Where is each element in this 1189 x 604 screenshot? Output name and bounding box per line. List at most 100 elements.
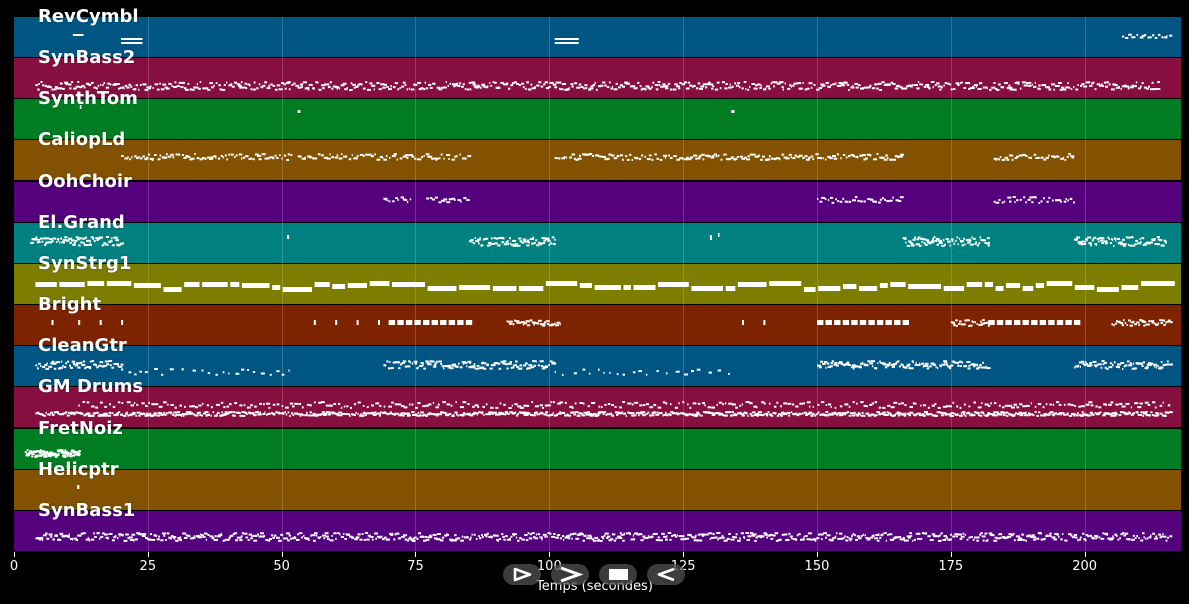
note-mark [666,534,668,537]
note-mark [857,156,859,159]
note-mark [818,87,822,90]
note-mark [68,412,70,415]
note-mark [167,404,169,407]
track-lane[interactable]: SynBass1 [14,500,1181,551]
note-mark [641,87,645,90]
note-mark [421,156,423,159]
track-lane[interactable]: CleanGtr [14,335,1181,387]
note-mark [899,86,903,89]
note-mark [540,412,544,415]
track-label: CleanGtr [38,335,127,357]
note-mark [1091,536,1095,539]
note-mark [767,411,770,414]
note-mark [1085,237,1088,240]
track-lane[interactable]: RevCymbl [14,6,1181,57]
note-mark [726,411,730,414]
note-mark [454,84,458,87]
note-mark [816,88,820,91]
note-mark [81,85,85,88]
note-mark [180,538,182,541]
track-lane[interactable]: GM Drums [14,376,1181,428]
note-mark [240,535,243,538]
note-mark [516,414,519,417]
note-mark [582,87,586,90]
note-mark [1157,365,1159,368]
note-mark [578,83,582,86]
note-mark [406,157,409,160]
note-mark [215,404,220,407]
play-button[interactable] [551,564,589,585]
note-mark [764,413,768,416]
note-mark [144,89,149,92]
track-lane[interactable]: CaliopLd [14,129,1181,181]
note-mark [114,534,117,537]
note-mark [1038,532,1042,535]
play-from-start-button[interactable] [503,564,541,585]
note-mark [320,413,325,416]
track-lane[interactable]: SynthTom [14,88,1181,140]
note-mark [248,158,252,161]
note-mark [402,198,406,201]
note-mark [51,240,54,243]
note-mark [939,88,942,91]
track-lane[interactable]: SynStrg1 [14,253,1181,304]
note-mark [480,244,483,247]
note-mark [1128,364,1133,367]
note-mark [866,405,868,408]
note-mark [957,533,962,536]
note-mark [679,82,682,85]
note-mark [256,87,259,90]
note-mark [206,414,211,417]
note-mark [732,414,737,417]
note-mark [590,413,594,416]
track-lane[interactable]: SynBass2 [14,47,1181,99]
note-mark [887,533,889,536]
note-mark [1070,534,1073,537]
track-lane[interactable]: Bright [14,294,1181,346]
note-mark [431,320,438,326]
track-lane[interactable]: El.Grand [14,212,1181,263]
note-mark [259,411,261,414]
note-mark [481,243,484,246]
note-mark [181,413,186,416]
note-mark [535,533,538,536]
note-mark [1142,531,1145,534]
note-mark [697,82,701,85]
note-mark [644,156,646,159]
note-mark [685,537,689,540]
note-mark [1078,242,1082,245]
note-mark [546,366,549,369]
note-mark [73,537,78,540]
note-mark [396,361,400,364]
note-mark [534,405,539,408]
note-mark [1046,280,1073,286]
note-mark [392,413,395,416]
note-mark [1139,237,1141,240]
note-mark [1054,412,1057,415]
note-mark [589,87,594,90]
note-mark [979,236,982,239]
note-mark [855,156,858,159]
rewind-button[interactable] [647,564,685,585]
note-mark [763,320,766,326]
note-mark [164,86,168,89]
note-mark [1136,33,1139,36]
note-mark [596,414,600,417]
note-mark [962,413,966,416]
track-lane[interactable]: OohChoir [14,171,1181,222]
note-mark [897,84,899,87]
stop-button[interactable] [599,564,637,585]
note-mark [1075,536,1078,539]
note-mark [1105,404,1107,407]
note-mark [1122,531,1125,534]
note-mark [1098,412,1101,415]
note-mark [55,240,58,243]
track-lane[interactable]: FretNoiz [14,418,1181,469]
note-mark [704,404,706,407]
note-mark [352,536,355,539]
note-mark [934,364,937,367]
track-lane[interactable]: Helicptr [14,459,1181,510]
note-mark [842,154,846,157]
note-mark [877,362,879,365]
note-mark [854,83,858,86]
